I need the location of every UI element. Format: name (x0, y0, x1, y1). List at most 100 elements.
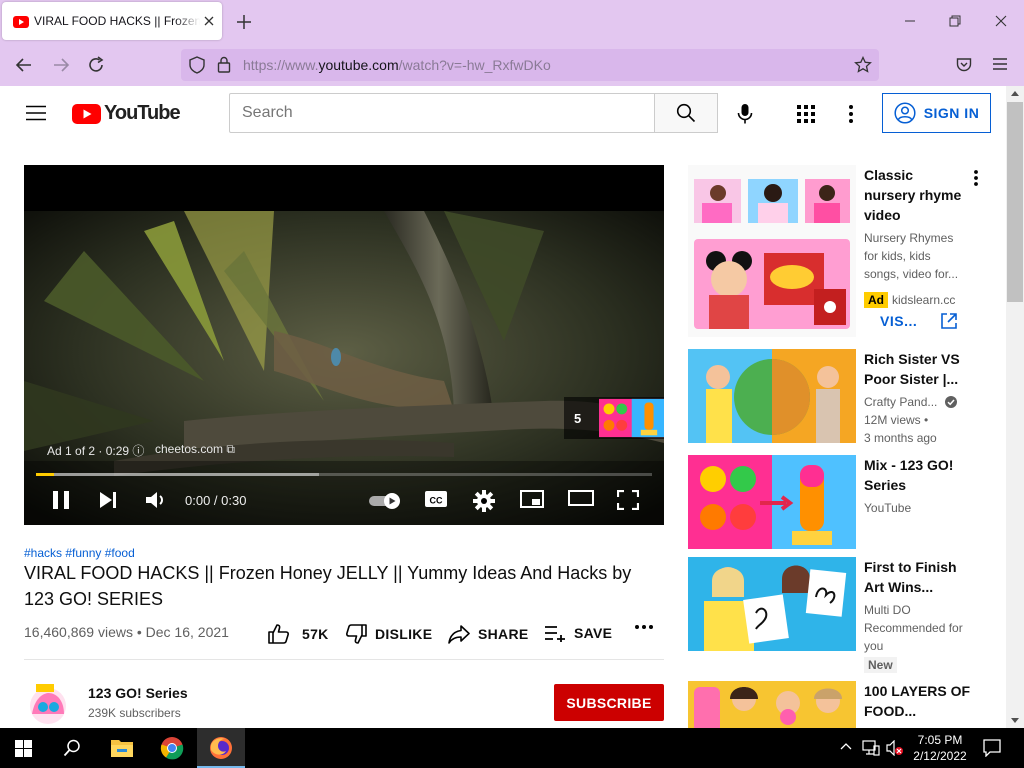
back-icon[interactable] (15, 56, 33, 74)
forward-icon[interactable] (52, 56, 70, 74)
save-button[interactable]: SAVE (544, 624, 612, 642)
video-title: Rich Sister VS Poor Sister |... (864, 351, 960, 387)
recommended-video[interactable]: 100 LAYERS OF FOOD... (688, 681, 988, 728)
chrome-icon[interactable] (160, 736, 184, 760)
file-explorer-icon[interactable] (110, 737, 134, 759)
subscribe-button[interactable]: SUBSCRIBE (554, 684, 664, 721)
url-text[interactable]: https://www.youtube.com/watch?v=-hw_Rxfw… (243, 57, 551, 73)
youtube-logo[interactable]: YouTube (72, 102, 181, 125)
recommended-video[interactable]: First to Finish Art Wins... Multi DO Rec… (688, 557, 988, 673)
progress-played (36, 473, 55, 476)
sign-in-label: SIGN IN (923, 105, 980, 121)
hashtags[interactable]: #hacks #funny #food (24, 546, 135, 560)
ad-menu-icon[interactable] (973, 169, 979, 187)
system-clock[interactable]: 7:05 PM 2/12/2022 (910, 732, 970, 764)
advertiser-link[interactable]: cheetos.com ⧉ (155, 442, 235, 457)
search-button[interactable] (654, 93, 718, 133)
like-button[interactable]: 57K (268, 624, 329, 644)
captions-icon[interactable]: CC (425, 490, 447, 508)
bookmark-star-icon[interactable] (854, 56, 872, 74)
video-title: First to Finish Art Wins... (864, 559, 957, 595)
windows-start-icon[interactable] (15, 740, 32, 757)
pause-icon[interactable] (52, 490, 70, 510)
next-video-icon[interactable] (99, 490, 117, 510)
dislike-button[interactable]: DISLIKE (345, 624, 432, 644)
ad-badge: Ad (864, 292, 888, 308)
channel-avatar[interactable] (24, 680, 72, 728)
new-tab-icon[interactable] (236, 14, 252, 30)
settings-gear-icon[interactable] (473, 490, 495, 512)
visit-advertiser-button[interactable]: VIS... (880, 312, 958, 330)
video-info[interactable]: Mix - 123 GO! Series YouTube (864, 455, 980, 517)
food-layers-thumbnail (688, 681, 856, 728)
video-frame[interactable] (24, 211, 664, 525)
volume-muted-icon[interactable] (886, 740, 904, 756)
scroll-down-arrow-icon[interactable] (1011, 718, 1019, 724)
account-icon (894, 102, 916, 124)
scroll-up-arrow-icon[interactable] (1011, 90, 1019, 96)
video-info[interactable]: First to Finish Art Wins... Multi DO Rec… (864, 557, 980, 674)
next-video-preview[interactable]: 5 (564, 397, 664, 439)
video-thumbnail[interactable] (688, 349, 856, 443)
time-display: 0:00 / 0:30 (185, 493, 247, 508)
video-thumbnail[interactable] (688, 455, 856, 549)
channel-name[interactable]: 123 GO! Series (88, 685, 188, 701)
hamburger-menu-icon[interactable] (26, 105, 46, 121)
notifications-icon[interactable] (983, 739, 1001, 757)
progress-buffered (36, 473, 320, 476)
progress-bar[interactable] (36, 473, 652, 476)
visit-label: VIS... (880, 313, 918, 329)
reload-icon[interactable] (87, 56, 105, 74)
video-info[interactable]: Rich Sister VS Poor Sister |... Crafty P… (864, 349, 980, 447)
close-window-icon[interactable] (995, 15, 1007, 27)
sign-in-button[interactable]: SIGN IN (882, 93, 991, 133)
channel-name: Crafty Pand... (864, 395, 938, 409)
art-challenge-thumbnail (688, 557, 856, 651)
close-tab-icon[interactable] (204, 16, 214, 26)
fullscreen-icon[interactable] (617, 490, 639, 510)
tab-title: VIRAL FOOD HACKS || Frozen Honey JELLY |… (34, 14, 200, 28)
video-player[interactable]: Ad 1 of 2 · 0:29 ⓘ cheetos.com ⧉ 5 0:00 … (24, 165, 664, 525)
network-icon[interactable] (862, 740, 880, 756)
scrollbar-thumb[interactable] (1007, 102, 1023, 302)
theater-mode-icon[interactable] (568, 490, 594, 506)
windows-taskbar: 7:05 PM 2/12/2022 (0, 728, 1024, 768)
ad-info-text[interactable]: Ad 1 of 2 · 0:29 ⓘ (47, 442, 144, 459)
more-actions-button[interactable] (634, 624, 654, 630)
ad-thumbnails[interactable] (688, 165, 856, 337)
channel-name: YouTube (864, 501, 912, 515)
share-button[interactable]: SHARE (448, 624, 529, 644)
video-thumbnail[interactable] (688, 681, 856, 728)
browser-tab[interactable]: VIRAL FOOD HACKS || Frozen Honey JELLY |… (2, 2, 222, 40)
channel-name: Multi DO (864, 603, 911, 617)
clock-date: 2/12/2022 (913, 749, 967, 763)
video-thumbnail[interactable] (688, 557, 856, 651)
apps-grid-icon[interactable] (797, 105, 815, 123)
video-info[interactable]: 100 LAYERS OF FOOD... (864, 681, 980, 721)
volume-icon[interactable] (145, 490, 167, 510)
microphone-icon[interactable] (737, 103, 753, 125)
search-input[interactable] (229, 93, 655, 133)
lock-icon[interactable] (217, 56, 231, 73)
autoplay-toggle-icon[interactable] (368, 492, 404, 510)
pocket-icon[interactable] (956, 57, 972, 72)
restore-icon[interactable] (949, 15, 961, 27)
app-menu-icon[interactable] (993, 58, 1007, 70)
ad-title: Classic nursery rhyme video (864, 167, 962, 223)
taskbar-search-icon[interactable] (63, 739, 81, 757)
settings-more-icon[interactable] (848, 104, 854, 124)
show-hidden-icons-icon[interactable] (840, 742, 852, 750)
page-scrollbar[interactable] (1006, 86, 1024, 728)
ad-info[interactable]: Classic nursery rhyme video Nursery Rhym… (864, 165, 968, 309)
ad-advertiser-row: Ad kidslearn.cc (864, 291, 968, 309)
recommended-video[interactable]: Rich Sister VS Poor Sister |... Crafty P… (688, 349, 988, 445)
recommended-mix[interactable]: Mix - 123 GO! Series YouTube (688, 455, 988, 549)
view-count: 12M views • (864, 413, 929, 427)
tracking-protection-icon[interactable] (189, 56, 205, 74)
new-badge: New (864, 657, 897, 673)
verified-badge-icon (944, 396, 957, 408)
miniplayer-icon[interactable] (520, 490, 544, 508)
minimize-icon[interactable] (904, 15, 916, 27)
video-title: VIRAL FOOD HACKS || Frozen Honey JELLY |… (24, 563, 632, 609)
firefox-taskbar-button[interactable] (197, 728, 245, 768)
